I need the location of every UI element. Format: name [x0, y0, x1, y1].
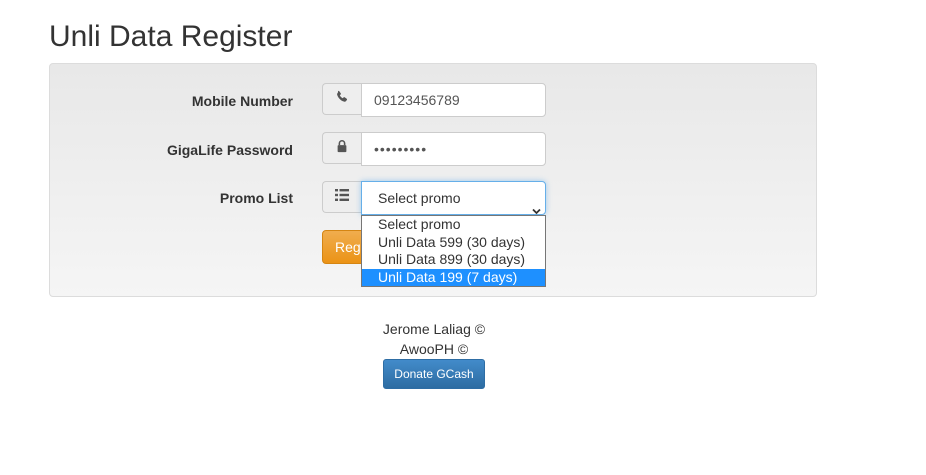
lock-icon: [335, 139, 349, 158]
footer-credit-author: Jerome Laliag ©: [382, 321, 486, 337]
promo-option[interactable]: Unli Data 899 (30 days): [362, 251, 545, 269]
donate-gcash-button[interactable]: Donate GCash: [383, 359, 485, 389]
list-icon: [335, 188, 349, 206]
mobile-addon: [322, 83, 361, 115]
promo-option[interactable]: Select promo: [362, 216, 545, 234]
promo-dropdown-list: Select promo Unli Data 599 (30 days) Unl…: [361, 215, 546, 287]
register-form-panel: Mobile Number 09123456789 GigaLife Passw…: [49, 63, 817, 297]
promo-option-highlighted[interactable]: Unli Data 199 (7 days): [362, 268, 545, 286]
page-title: Unli Data Register: [49, 20, 293, 53]
password-addon: [322, 132, 361, 164]
promo-select-value: Select promo: [378, 190, 461, 206]
promo-list-label: Promo List: [219, 190, 293, 206]
gigalife-password-input[interactable]: •••••••••: [361, 132, 546, 166]
chevron-down-icon: [532, 194, 541, 215]
mobile-number-label: Mobile Number: [191, 93, 293, 109]
promo-option[interactable]: Unli Data 599 (30 days): [362, 234, 545, 252]
promo-addon: [322, 181, 361, 213]
phone-icon: [335, 90, 349, 109]
mobile-number-input[interactable]: 09123456789: [361, 83, 546, 117]
promo-select[interactable]: Select promo: [361, 181, 546, 215]
gigalife-password-label: GigaLife Password: [166, 142, 293, 158]
footer-credit-org: AwooPH ©: [399, 341, 469, 357]
